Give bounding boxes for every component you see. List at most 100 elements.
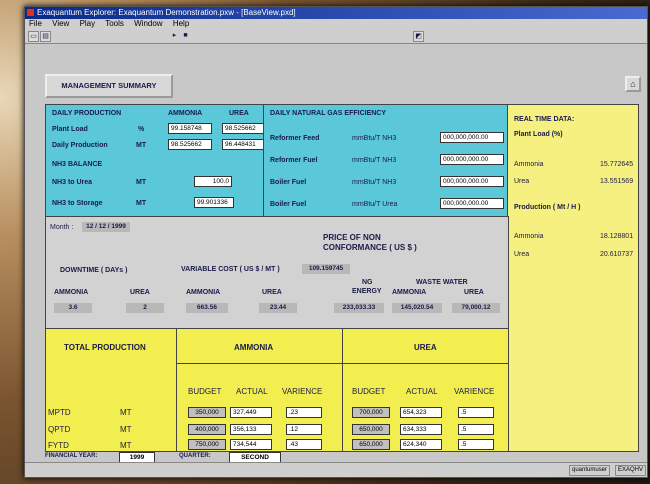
boiler-fuel-nh3-label: Boiler Fuel — [270, 179, 307, 186]
mptd-urea-varience: .5 — [458, 407, 494, 418]
waste-urea-header: UREA — [464, 289, 484, 296]
realtime-load-ammonia-value: 15.772645 — [600, 161, 634, 168]
gas-efficiency-title: DAILY NATURAL GAS EFFICIENCY — [270, 110, 387, 117]
fytd-ammonia-varience: .43 — [286, 439, 322, 450]
ng-energy-title: ENERGY — [352, 288, 382, 295]
mptd-ammonia-varience: .23 — [286, 407, 322, 418]
realtime-plant-load-title: Plant Load (%) — [514, 131, 563, 138]
print-icon[interactable]: ▤ — [40, 31, 51, 42]
urea-varience-header: VARIENCE — [454, 387, 495, 396]
daily-production-unit: MT — [136, 142, 147, 149]
menu-help[interactable]: Help — [173, 19, 189, 28]
plant-load-unit: % — [138, 126, 145, 133]
ammonia-actual-header: ACTUAL — [236, 387, 268, 396]
downtime-title: DOWNTIME ( DAYs ) — [60, 267, 128, 274]
qptd-ammonia-varience: .12 — [286, 424, 322, 435]
total-urea-header: UREA — [414, 343, 437, 352]
price-title-line2: CONFORMANCE ( US $ ) — [323, 243, 417, 252]
stop-icon[interactable]: ■ — [181, 31, 190, 40]
boiler-fuel-urea-value: 000,000,000.00 — [440, 198, 504, 209]
col-ammonia-header: AMMONIA — [168, 110, 203, 117]
waste-water-title: WASTE WATER — [416, 279, 468, 286]
boiler-fuel-nh3-value: 000,000,000.00 — [440, 176, 504, 187]
mptd-ammonia-budget: 350,000 — [188, 407, 226, 418]
urea-budget-header: BUDGET — [352, 387, 386, 396]
total-ammonia-header: AMMONIA — [234, 343, 274, 352]
play-icon[interactable]: ▸ — [170, 31, 179, 40]
financial-year-label: FINANCIAL YEAR: — [45, 453, 98, 459]
quarter-label: QUARTER: — [179, 453, 211, 459]
mptd-label: MPTD — [48, 408, 71, 417]
fytd-urea-actual: 624,340 — [400, 439, 442, 450]
menu-play[interactable]: Play — [80, 19, 96, 28]
nh3-to-urea-value: 100.0 — [194, 176, 232, 187]
urea-actual-header: ACTUAL — [406, 387, 438, 396]
varcost-ammonia-value: 663.56 — [186, 303, 228, 313]
qptd-ammonia-actual: 356,133 — [230, 424, 272, 435]
ammonia-varience-header: VARIENCE — [282, 387, 323, 396]
gas-efficiency-panel: DAILY NATURAL GAS EFFICIENCY Reformer Fe… — [263, 104, 509, 218]
realtime-prod-ammonia-label: Ammonia — [514, 233, 544, 240]
variable-cost-title: VARIABLE COST ( US $ / MT ) — [181, 266, 280, 273]
ammonia-budget-header: BUDGET — [188, 387, 222, 396]
boiler-fuel-urea-label: Boiler Fuel — [270, 201, 307, 208]
home-icon[interactable]: ⌂ — [625, 76, 641, 92]
ng-energy-value: 233,033.33 — [334, 303, 384, 313]
daily-production-ammonia-value: 98.525662 — [168, 139, 212, 150]
fytd-urea-varience: .5 — [458, 439, 494, 450]
realtime-title: REAL TIME DATA: — [514, 116, 575, 123]
mptd-unit: MT — [120, 408, 132, 417]
fytd-urea-budget: 650,000 — [352, 439, 390, 450]
nh3-to-storage-label: NH3 to Storage — [52, 200, 103, 207]
fytd-ammonia-budget: 750,000 — [188, 439, 226, 450]
qptd-urea-actual: 634,333 — [400, 424, 442, 435]
nh3-to-storage-value: 99.901336 — [194, 197, 234, 208]
col-urea-header: UREA — [229, 110, 249, 117]
qptd-ammonia-budget: 400,000 — [188, 424, 226, 435]
reformer-feed-value: 000,000,000.00 — [440, 132, 504, 143]
management-summary-button[interactable]: MANAGEMENT SUMMARY — [45, 74, 173, 98]
status-bar: quantumuser EXAQHV — [25, 462, 647, 477]
status-user: quantumuser — [569, 465, 611, 476]
downtime-urea-value: 2 — [126, 303, 164, 313]
reformer-feed-unit: mmBtu/T NH3 — [352, 135, 397, 142]
price-title-line1: PRICE OF NON — [323, 233, 381, 242]
daily-production-title: DAILY PRODUCTION — [52, 110, 122, 117]
open-icon[interactable]: ▭ — [28, 31, 39, 42]
nh3-to-storage-unit: MT — [136, 200, 147, 207]
mptd-urea-actual: 654,323 — [400, 407, 442, 418]
daily-production-label: Daily Production — [52, 142, 108, 149]
downtime-ammonia-header: AMMONIA — [54, 289, 89, 296]
downtime-urea-header: UREA — [130, 289, 150, 296]
toolbar: ▭ ▤ ▸ ■ ◩ — [25, 29, 647, 44]
realtime-panel: REAL TIME DATA: Plant Load (%) Ammonia 1… — [507, 104, 639, 452]
window-title: Exaquantum Explorer: Exaquantum Demonstr… — [37, 8, 296, 17]
menu-view[interactable]: View — [52, 19, 69, 28]
realtime-prod-ammonia-value: 18.128801 — [600, 233, 634, 240]
plant-load-ammonia-value: 99.158748 — [168, 123, 212, 134]
menu-window[interactable]: Window — [134, 19, 162, 28]
nh3-to-urea-label: NH3 to Urea — [52, 179, 93, 186]
menu-tools[interactable]: Tools — [105, 19, 124, 28]
plant-load-label: Plant Load — [52, 126, 88, 133]
realtime-load-ammonia-label: Ammonia — [514, 161, 544, 168]
status-host: EXAQHV — [615, 465, 647, 476]
menu-file[interactable]: File — [29, 19, 42, 28]
app-icon — [27, 9, 34, 16]
qptd-unit: MT — [120, 425, 132, 434]
fytd-label: FYTD — [48, 441, 69, 450]
total-production-title: TOTAL PRODUCTION — [64, 343, 146, 352]
reformer-fuel-label: Reformer Fuel — [270, 157, 318, 164]
view-icon[interactable]: ◩ — [413, 31, 424, 42]
total-production-panel: TOTAL PRODUCTION AMMONIA UREA BUDGET ACT… — [45, 328, 509, 452]
title-bar[interactable]: Exaquantum Explorer: Exaquantum Demonstr… — [25, 7, 647, 19]
qptd-label: QPTD — [48, 425, 71, 434]
realtime-load-urea-value: 13.551569 — [600, 178, 634, 185]
daily-production-panel: DAILY PRODUCTION AMMONIA UREA Plant Load… — [45, 104, 266, 218]
waste-urea-value: 79,000.12 — [452, 303, 500, 313]
qptd-urea-budget: 650,000 — [352, 424, 390, 435]
realtime-prod-urea-value: 20.610737 — [600, 251, 634, 258]
boiler-fuel-nh3-unit: mmBtu/T NH3 — [352, 179, 397, 186]
nh3-balance-title: NH3 BALANCE — [52, 161, 103, 168]
waste-ammonia-header: AMMONIA — [392, 289, 427, 296]
